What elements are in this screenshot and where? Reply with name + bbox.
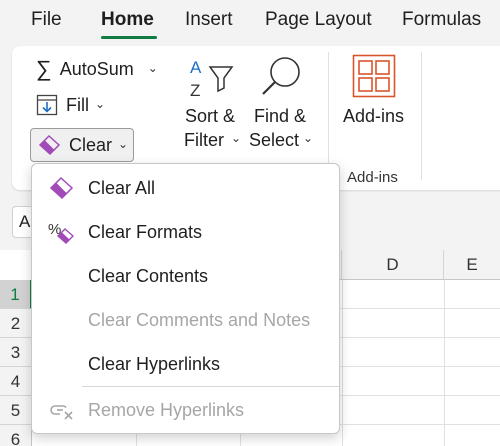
chevron-down-icon: ⌄ (231, 131, 242, 145)
fill-down-icon (36, 94, 58, 116)
tab-home[interactable]: Home (101, 9, 154, 31)
row-header-6[interactable]: 6 (0, 425, 32, 446)
fill-label: Fill (66, 94, 89, 115)
name-box-value: A (19, 212, 31, 231)
find-select-button[interactable]: Find & Select ⌄ (247, 54, 315, 154)
group-separator (328, 52, 329, 180)
chevron-down-icon: ⌄ (147, 61, 158, 75)
menu-item-remove-hyperlinks: Remove Hyperlinks (32, 388, 339, 432)
magnifier-icon (257, 54, 303, 100)
row-header-2[interactable]: 2 (0, 309, 32, 338)
tab-page-layout[interactable]: Page Layout (265, 9, 372, 31)
group-separator (421, 52, 422, 180)
column-header-d[interactable]: D (342, 250, 444, 280)
sort-filter-label-1: Sort & (185, 106, 236, 126)
menu-item-clear-contents[interactable]: Clear Contents (32, 254, 339, 298)
svg-text:A: A (190, 58, 202, 77)
autosum-button[interactable]: ∑ AutoSum ⌄ (36, 56, 158, 82)
menu-item-clear-hyperlinks[interactable]: Clear Hyperlinks (32, 342, 339, 386)
autosum-label: AutoSum (59, 58, 134, 79)
grid-line (342, 280, 343, 446)
ribbon-tab-bar: File Home Insert Page Layout Formulas (0, 0, 500, 46)
menu-separator (82, 386, 339, 387)
find-select-label-1: Find & (254, 106, 307, 126)
chevron-down-icon: ⌄ (303, 131, 314, 145)
remove-hyperlinks-icon (48, 398, 74, 422)
addins-group-label: Add-ins (347, 169, 398, 186)
fill-button[interactable]: Fill ⌄ (36, 94, 105, 116)
menu-item-label: Clear Formats (88, 221, 203, 242)
grid-line (444, 280, 445, 446)
clear-label: Clear (69, 134, 113, 155)
addins-grid-icon (352, 54, 396, 98)
menu-item-clear-comments-notes: Clear Comments and Notes (32, 298, 339, 342)
addins-button[interactable]: Add-ins (340, 54, 410, 134)
chevron-down-icon: ⌄ (118, 137, 129, 151)
sort-filter-label-2: Filter (184, 130, 224, 150)
sort-filter-icon: A Z (188, 56, 236, 102)
row-header-5[interactable]: 5 (0, 396, 32, 425)
menu-item-clear-formats[interactable]: % Clear Formats (32, 210, 339, 254)
menu-item-label: Clear Comments and Notes (88, 309, 311, 330)
tab-insert[interactable]: Insert (185, 9, 233, 31)
tab-formulas[interactable]: Formulas (402, 9, 481, 31)
sort-filter-button[interactable]: A Z Sort & Filter ⌄ (180, 54, 242, 154)
eraser-icon (48, 176, 74, 200)
clear-button[interactable]: Clear ⌄ (30, 128, 134, 162)
menu-item-label: Clear Contents (88, 265, 209, 286)
svg-text:Z: Z (190, 81, 200, 100)
chevron-down-icon: ⌄ (95, 97, 106, 111)
active-tab-indicator (101, 36, 157, 39)
row-header-3[interactable]: 3 (0, 338, 32, 367)
find-select-label-2: Select (249, 130, 300, 150)
clear-formats-icon: % (48, 220, 75, 244)
row-header-1[interactable]: 1 (0, 280, 32, 309)
sigma-icon: ∑ (36, 56, 52, 81)
clear-dropdown-menu: Clear All % Clear Formats Clear Contents… (31, 163, 340, 434)
column-header-e[interactable]: E (444, 250, 500, 280)
menu-item-label: Clear All (88, 177, 156, 198)
menu-item-clear-all[interactable]: Clear All (32, 166, 339, 210)
addins-label: Add-ins (343, 106, 405, 126)
tab-file[interactable]: File (31, 9, 62, 31)
menu-item-label: Remove Hyperlinks (88, 399, 245, 420)
row-header-4[interactable]: 4 (0, 367, 32, 396)
menu-item-label: Clear Hyperlinks (88, 353, 221, 374)
eraser-icon (37, 134, 61, 156)
